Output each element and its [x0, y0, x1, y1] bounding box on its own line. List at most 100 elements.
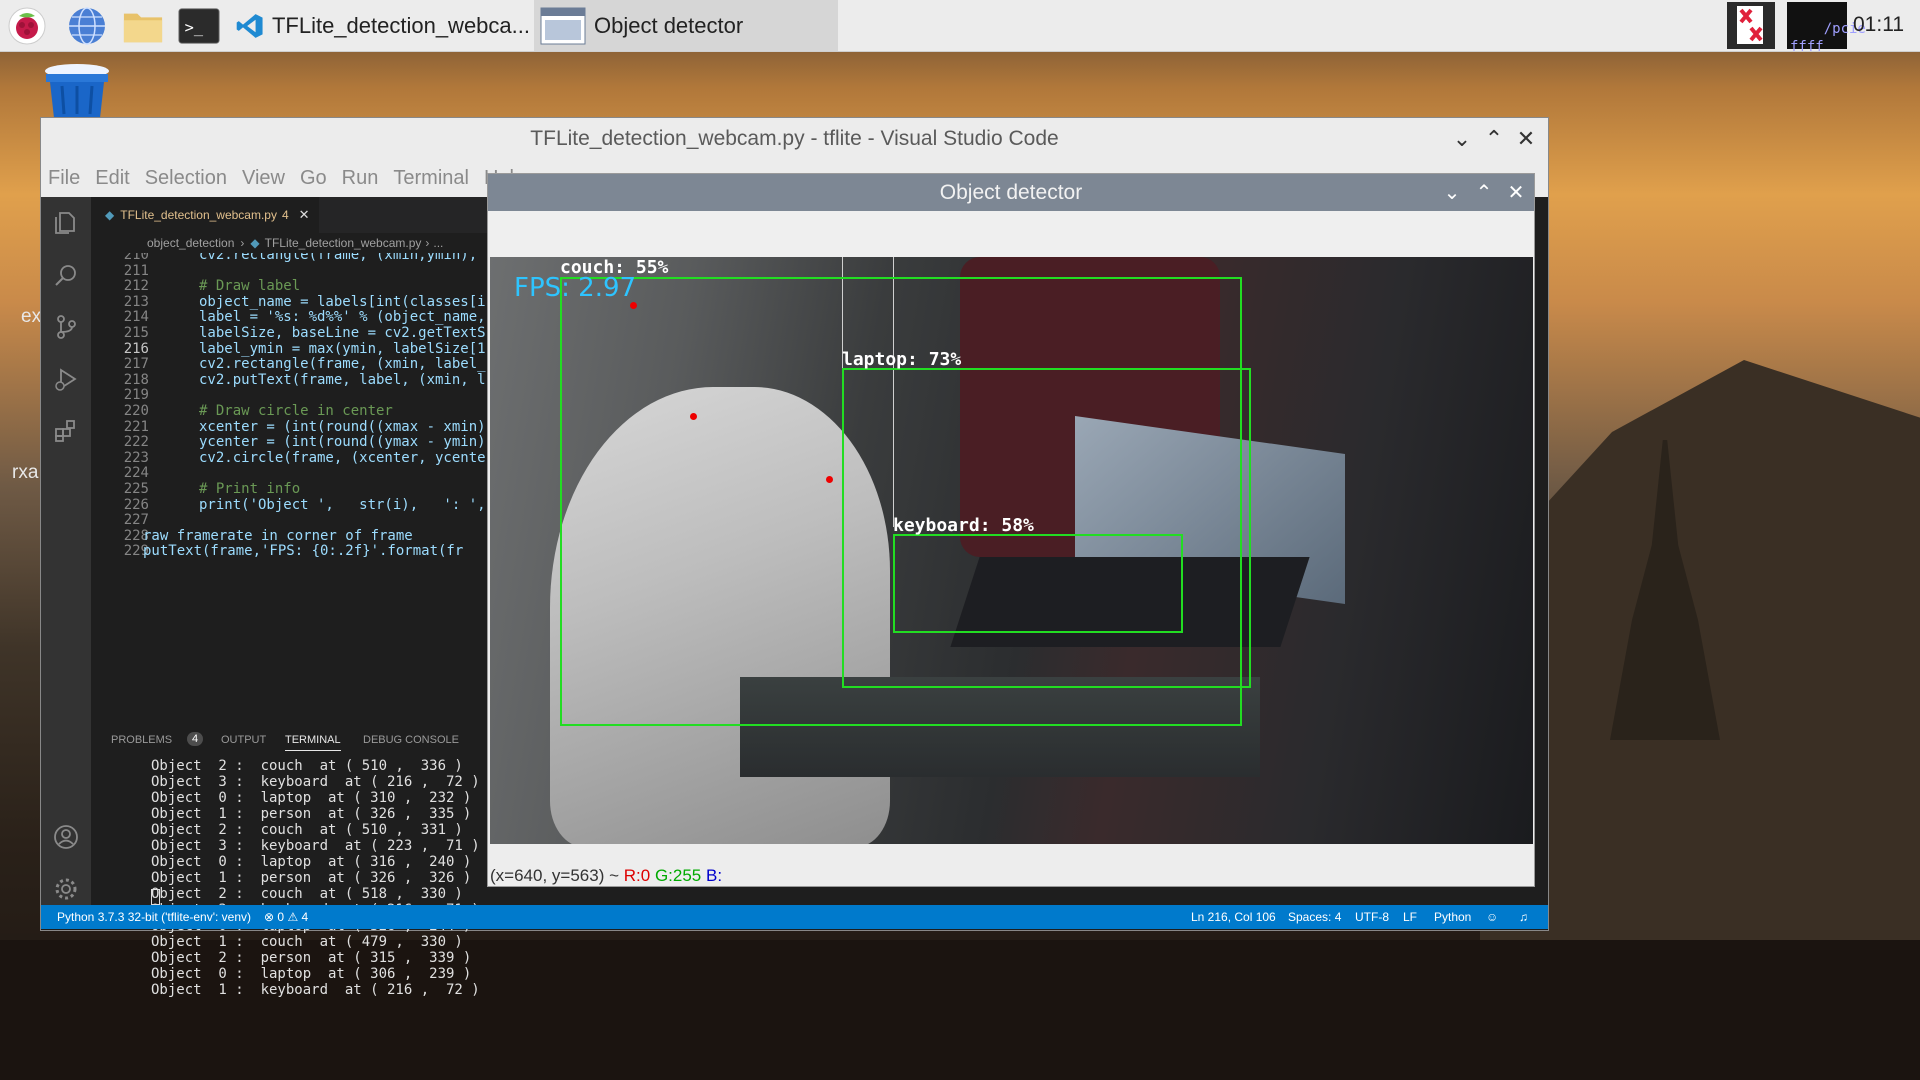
menu-go[interactable]: Go — [300, 167, 327, 190]
desktop-icon-label[interactable]: rxa — [12, 462, 38, 484]
breadcrumb: object_detection › ◆ TFLite_detection_we… — [91, 233, 527, 253]
raspberry-menu-icon[interactable] — [6, 5, 48, 47]
terminal-line: Object 3 : keyboard at ( 223 , 71 ) — [151, 838, 480, 854]
system-tray-network-icon[interactable] — [1727, 2, 1775, 49]
line-number: 226 — [123, 496, 149, 513]
line-number: 223 — [123, 449, 149, 466]
taskbar: >_ TFLite_detection_webca... Object dete… — [0, 0, 1920, 55]
terminal-icon[interactable]: >_ — [178, 5, 220, 47]
pixel-info-status: (x=640, y=563) ~ R:0 G:255 B: — [490, 866, 722, 886]
maximize-icon[interactable]: ⌃ — [1481, 126, 1507, 152]
window-titlebar[interactable]: Object detector — [488, 174, 1534, 211]
terminal-cursor — [151, 889, 160, 905]
camera-frame[interactable]: couch: 55% laptop: 73% keyboard: 58% FPS… — [490, 257, 1533, 844]
breadcrumb-file[interactable]: TFLite_detection_webcam.py — [265, 236, 422, 250]
search-icon[interactable] — [50, 259, 82, 291]
trash-icon[interactable] — [40, 62, 114, 118]
svg-text:>_: >_ — [185, 19, 204, 37]
explorer-icon[interactable] — [50, 207, 82, 239]
detection-label-laptop: laptop: 73% — [842, 349, 962, 370]
code-line: cv2.rectangle(frame, (xmin,ymin), — [199, 253, 478, 263]
minimize-icon[interactable]: ⌄ — [1449, 126, 1475, 152]
status-errors: 0 — [277, 910, 285, 924]
menu-view[interactable]: View — [242, 167, 285, 190]
terminal-line: Object 2 : person at ( 315 , 339 ) — [151, 950, 472, 966]
status-python-interpreter[interactable]: Python 3.7.3 32-bit ('tflite-env': venv) — [57, 910, 251, 924]
extensions-icon[interactable] — [50, 415, 82, 447]
code-line: # Print info — [199, 481, 301, 497]
tab-tflite-detection-webcam[interactable]: ◆ TFLite_detection_webcam.py 4 ✕ — [91, 197, 319, 233]
breadcrumb-chevron-icon: › — [425, 236, 430, 250]
status-warnings: 4 — [301, 910, 309, 924]
code-line: cv2.rectangle(frame, (xmin, label_ — [199, 356, 486, 373]
notifications-bell-icon[interactable]: ♫ — [1519, 910, 1528, 924]
panel-tab-output[interactable]: OUTPUT — [221, 734, 266, 746]
tab-close-icon[interactable]: ✕ — [299, 207, 310, 223]
line-number: 211 — [123, 262, 149, 279]
status-bar: Python 3.7.3 32-bit ('tflite-env': venv)… — [41, 905, 1548, 929]
close-icon[interactable]: ✕ — [1504, 180, 1528, 204]
terminal-line: Object 0 : laptop at ( 310 , 232 ) — [151, 790, 472, 806]
source-control-icon[interactable] — [50, 311, 82, 343]
taskbar-app-object-detector[interactable]: Object detector — [534, 0, 838, 51]
window-title: Object detector — [939, 180, 1083, 204]
close-icon[interactable]: ✕ — [1513, 126, 1539, 152]
system-tray-cpu-monitor[interactable]: /pcie ffff — [1787, 2, 1866, 55]
web-browser-icon[interactable] — [66, 5, 108, 47]
code-line: label = '%s: %d%%' % (object_name, — [199, 309, 486, 326]
pixel-blue-value: B: — [706, 866, 723, 885]
activity-bar — [41, 197, 91, 917]
status-eol[interactable]: LF — [1403, 910, 1417, 924]
code-line: # Draw circle in center — [199, 403, 393, 419]
account-icon[interactable] — [50, 821, 82, 853]
line-number: 214 — [123, 309, 149, 326]
terminal-line: Object 0 : laptop at ( 306 , 239 ) — [151, 966, 472, 982]
status-cursor-position[interactable]: Ln 216, Col 106 — [1191, 910, 1276, 924]
line-number: 227 — [123, 512, 149, 529]
settings-gear-icon[interactable] — [50, 873, 82, 905]
terminal-line: Object 1 : keyboard at ( 216 , 72 ) — [151, 982, 480, 998]
center-dot — [826, 476, 833, 483]
menu-terminal[interactable]: Terminal — [393, 167, 469, 190]
code-line: label_ymin = max(ymin, labelSize[1 — [199, 340, 486, 357]
menu-selection[interactable]: Selection — [145, 167, 227, 190]
code-editor[interactable]: 210 cv2.rectangle(frame, (xmin,ymin), 211 2… — [91, 253, 527, 723]
terminal-line: Object 0 : laptop at ( 316 , 240 ) — [151, 854, 472, 870]
window-icon — [540, 7, 586, 44]
status-indentation[interactable]: Spaces: 4 — [1288, 910, 1341, 924]
tab-problem-count: 4 — [281, 208, 289, 222]
breadcrumb-folder[interactable]: object_detection — [147, 236, 234, 250]
line-number: 220 — [123, 403, 149, 419]
tab-label: TFLite_detection_webcam.py — [120, 208, 277, 222]
minimize-icon[interactable]: ⌄ — [1440, 180, 1464, 204]
file-manager-icon[interactable] — [122, 5, 164, 47]
line-number: 229 — [123, 543, 149, 560]
line-number: 221 — [123, 418, 149, 435]
status-encoding[interactable]: UTF-8 — [1355, 910, 1389, 924]
menu-run[interactable]: Run — [342, 167, 379, 190]
taskbar-app-vscode[interactable]: TFLite_detection_webca... — [236, 0, 530, 51]
panel-tab-terminal[interactable]: TERMINAL — [285, 734, 341, 751]
maximize-icon[interactable]: ⌃ — [1472, 180, 1496, 204]
feedback-icon[interactable]: ☺ — [1486, 910, 1498, 924]
window-titlebar[interactable]: TFLite_detection_webcam.py - tflite - Vi… — [41, 118, 1548, 160]
taskbar-app-label: Object detector — [594, 12, 744, 38]
line-number: 224 — [123, 465, 149, 482]
desktop-icon-label[interactable]: ex — [21, 306, 41, 328]
code-line: xcenter = (int(round((xmax - xmin) — [199, 418, 486, 435]
detection-box-keyboard — [893, 534, 1183, 633]
code-line: putText(frame,'FPS: {0:.2f}'.format(fr — [143, 543, 464, 560]
run-debug-icon[interactable] — [50, 363, 82, 395]
status-problems[interactable]: ⊗ 0 ⚠ 4 — [264, 910, 308, 924]
line-number: 225 — [123, 481, 149, 497]
status-language[interactable]: Python — [1434, 910, 1471, 924]
terminal-line: Object 2 : couch at ( 510 , 331 ) — [151, 822, 463, 838]
code-line: ycenter = (int(round((ymax - ymin) — [199, 434, 486, 451]
menu-file[interactable]: File — [48, 167, 80, 190]
breadcrumb-more[interactable]: ... — [433, 236, 443, 250]
panel-tab-problems[interactable]: PROBLEMS — [111, 734, 172, 746]
menu-edit[interactable]: Edit — [95, 167, 129, 190]
code-line: # Draw label — [199, 278, 301, 295]
panel-tab-debug-console[interactable]: DEBUG CONSOLE — [363, 734, 459, 746]
clock[interactable]: 01:11 — [1853, 13, 1904, 37]
